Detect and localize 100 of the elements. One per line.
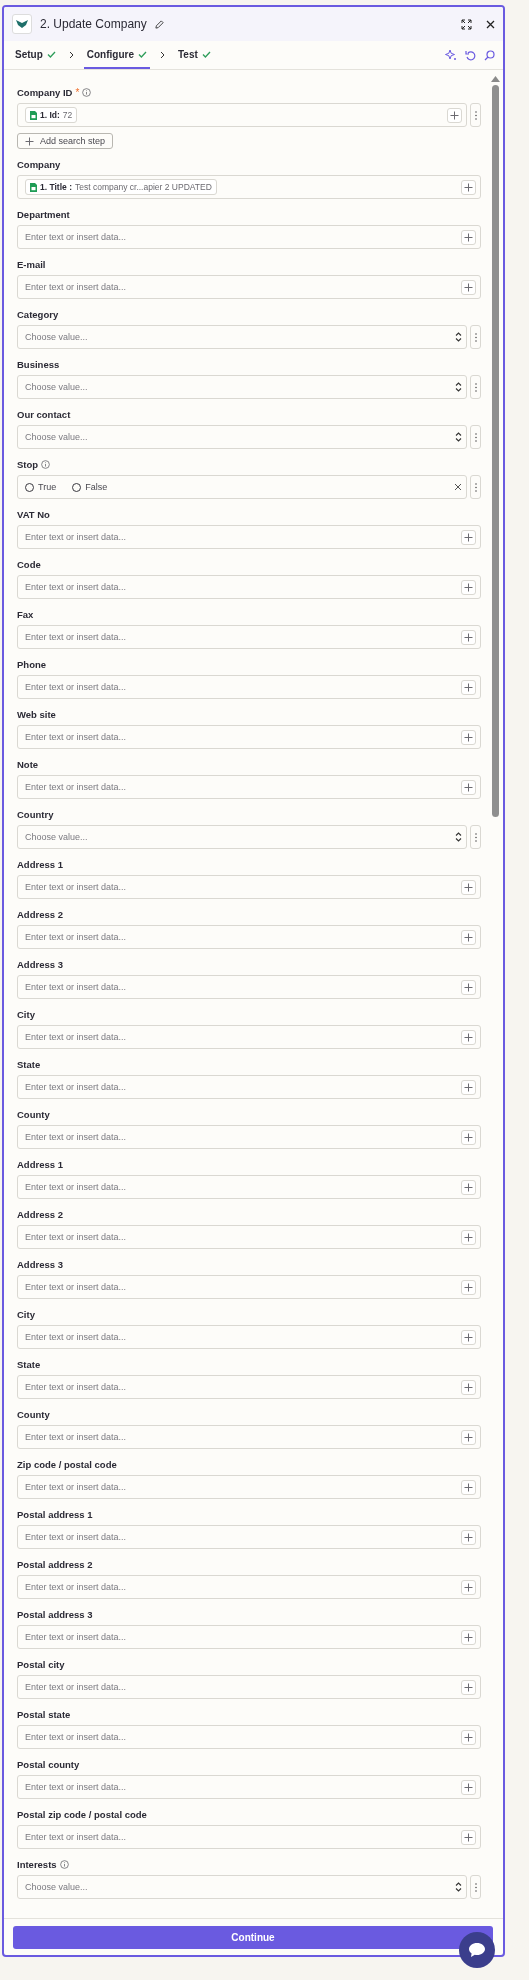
- text-field[interactable]: Enter text or insert data...: [17, 1225, 481, 1249]
- insert-data-button[interactable]: [461, 1329, 476, 1345]
- text-field[interactable]: Enter text or insert data...: [17, 1575, 481, 1599]
- insert-data-button[interactable]: [461, 1079, 476, 1095]
- plus-icon: [464, 1182, 473, 1192]
- text-field[interactable]: Enter text or insert data...: [17, 1325, 481, 1349]
- step-tab[interactable]: Setup: [12, 41, 59, 69]
- insert-data-button[interactable]: [461, 1479, 476, 1495]
- select-field[interactable]: Choose value...: [17, 425, 467, 449]
- text-field[interactable]: Enter text or insert data...: [17, 675, 481, 699]
- add-search-step-button[interactable]: Add search step: [17, 133, 114, 149]
- radio-option[interactable]: True: [25, 482, 57, 492]
- clear-button[interactable]: [454, 483, 462, 491]
- insert-data-button[interactable]: [461, 1829, 476, 1845]
- insert-data-button[interactable]: [461, 529, 476, 545]
- field-label: City: [17, 1309, 35, 1320]
- sparkle-icon[interactable]: [445, 49, 457, 61]
- text-field[interactable]: Enter text or insert data...: [17, 775, 481, 799]
- text-field[interactable]: Enter text or insert data...: [17, 525, 481, 549]
- text-field[interactable]: Enter text or insert data...: [17, 1675, 481, 1699]
- required-mark: *: [75, 87, 80, 98]
- plus-icon: [464, 282, 473, 292]
- insert-data-button[interactable]: [461, 1779, 476, 1795]
- text-field[interactable]: Enter text or insert data...: [17, 925, 481, 949]
- text-field[interactable]: Enter text or insert data...: [17, 1025, 481, 1049]
- insert-data-button[interactable]: [461, 1279, 476, 1295]
- insert-data-button[interactable]: [461, 1579, 476, 1595]
- spreadsheet-icon: [30, 110, 37, 120]
- text-field[interactable]: Enter text or insert data...: [17, 725, 481, 749]
- insert-data-button[interactable]: [461, 179, 476, 195]
- text-field[interactable]: Enter text or insert data...: [17, 975, 481, 999]
- insert-data-button[interactable]: [461, 1229, 476, 1245]
- text-field[interactable]: Enter text or insert data...: [17, 625, 481, 649]
- token-field[interactable]: 1. Title : Test company cr...apier 2 UPDATED: [17, 175, 481, 199]
- text-field[interactable]: Enter text or insert data...: [17, 1125, 481, 1149]
- data-token[interactable]: 1. Title : Test company cr...apier 2 UPDATED: [25, 179, 217, 195]
- token-field[interactable]: 1. Id: 72: [17, 103, 467, 127]
- insert-data-button[interactable]: [461, 1429, 476, 1445]
- step-tab[interactable]: Configure: [83, 41, 150, 69]
- text-field[interactable]: Enter text or insert data...: [17, 875, 481, 899]
- text-field[interactable]: Enter text or insert data...: [17, 575, 481, 599]
- text-field[interactable]: Enter text or insert data...: [17, 1825, 481, 1849]
- insert-data-button[interactable]: [461, 979, 476, 995]
- select-field[interactable]: Choose value...: [17, 1875, 467, 1899]
- close-icon[interactable]: [486, 19, 495, 29]
- text-field[interactable]: Enter text or insert data...: [17, 1425, 481, 1449]
- undo-icon[interactable]: [465, 49, 476, 61]
- insert-data-button[interactable]: [461, 1729, 476, 1745]
- select-field[interactable]: Choose value...: [17, 375, 467, 399]
- continue-button[interactable]: Continue: [13, 1926, 493, 1949]
- insert-data-button[interactable]: [461, 1179, 476, 1195]
- text-field[interactable]: Enter text or insert data...: [17, 1475, 481, 1499]
- insert-data-button[interactable]: [461, 579, 476, 595]
- insert-data-button[interactable]: [461, 1679, 476, 1695]
- insert-data-button[interactable]: [461, 929, 476, 945]
- text-field[interactable]: Enter text or insert data...: [17, 1625, 481, 1649]
- text-field[interactable]: Enter text or insert data...: [17, 1175, 481, 1199]
- placeholder: Enter text or insert data...: [25, 1282, 128, 1292]
- scrollbar-thumb[interactable]: [491, 85, 499, 817]
- text-field[interactable]: Enter text or insert data...: [17, 225, 481, 249]
- insert-data-button[interactable]: [461, 1629, 476, 1645]
- insert-data-button[interactable]: [461, 1029, 476, 1045]
- select-field[interactable]: Choose value...: [17, 325, 467, 349]
- data-token[interactable]: 1. Id: 72: [25, 107, 78, 123]
- text-field[interactable]: Enter text or insert data...: [17, 1375, 481, 1399]
- insert-data-button[interactable]: [461, 779, 476, 795]
- text-field[interactable]: Enter text or insert data...: [17, 1775, 481, 1799]
- search-icon[interactable]: [484, 49, 495, 61]
- insert-data-button[interactable]: [461, 279, 476, 295]
- insert-data-button[interactable]: [461, 879, 476, 895]
- field-label: Our contact: [17, 409, 71, 420]
- insert-data-button[interactable]: [461, 679, 476, 695]
- plus-icon: [464, 1682, 473, 1692]
- insert-data-button[interactable]: [461, 229, 476, 245]
- text-field[interactable]: Enter text or insert data...: [17, 1725, 481, 1749]
- plus-icon: [464, 1482, 473, 1492]
- field-label: Note: [17, 759, 39, 770]
- scroll-up-icon[interactable]: [490, 76, 500, 82]
- field-label: Zip code / postal code: [17, 1459, 117, 1470]
- insert-data-button[interactable]: [461, 1379, 476, 1395]
- pencil-icon[interactable]: [154, 19, 164, 29]
- text-field[interactable]: Enter text or insert data...: [17, 1075, 481, 1099]
- insert-data-button[interactable]: [461, 629, 476, 645]
- placeholder: Choose value...: [25, 1882, 89, 1892]
- insert-data-button[interactable]: [461, 1129, 476, 1145]
- expand-icon[interactable]: [461, 18, 472, 30]
- insert-data-button[interactable]: [447, 107, 462, 123]
- radio-option[interactable]: False: [72, 482, 108, 492]
- step-tab[interactable]: Test: [175, 41, 214, 69]
- insert-data-button[interactable]: [461, 1529, 476, 1545]
- plus-icon: [464, 1432, 473, 1442]
- chat-button[interactable]: [459, 1932, 495, 1968]
- select-field[interactable]: Choose value...: [17, 825, 467, 849]
- text-field[interactable]: Enter text or insert data...: [17, 1525, 481, 1549]
- text-field[interactable]: Enter text or insert data...: [17, 275, 481, 299]
- insert-data-button[interactable]: [461, 729, 476, 745]
- text-field[interactable]: Enter text or insert data...: [17, 1275, 481, 1299]
- placeholder: Enter text or insert data...: [25, 1532, 128, 1542]
- field-label: Department: [17, 209, 70, 220]
- placeholder: Enter text or insert data...: [25, 782, 128, 792]
